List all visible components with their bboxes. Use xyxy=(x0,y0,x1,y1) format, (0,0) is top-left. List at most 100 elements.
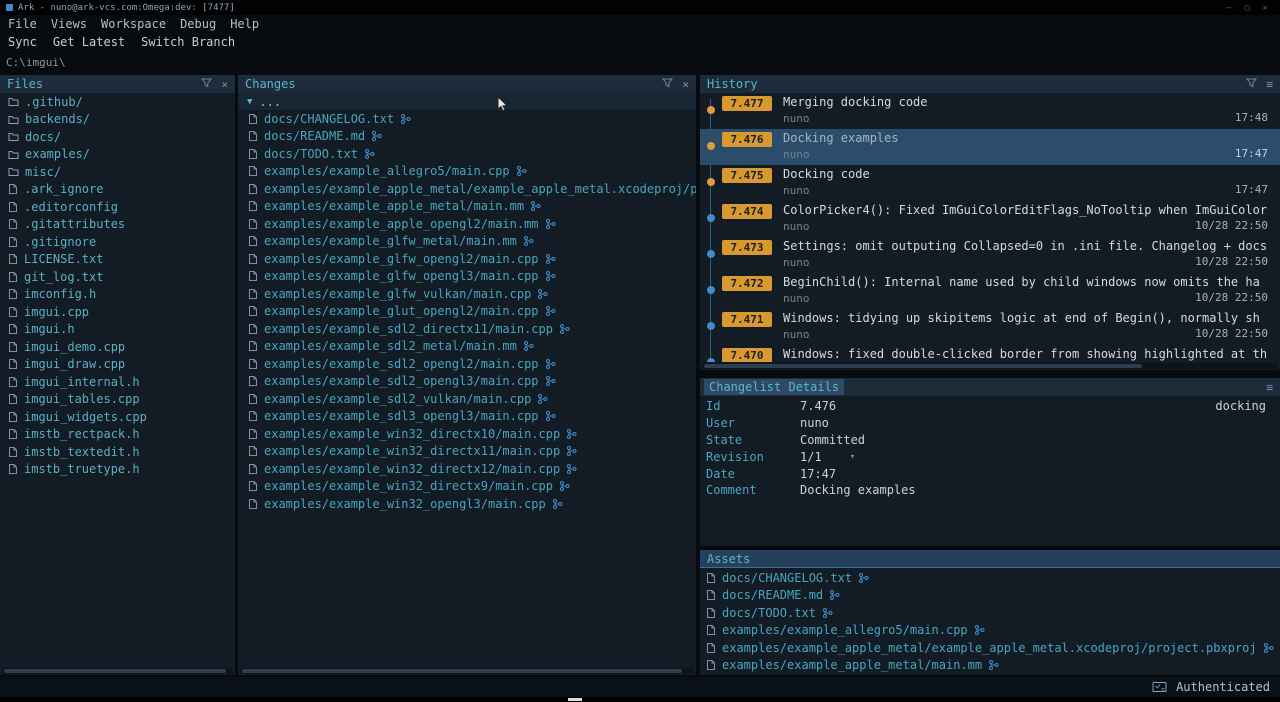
file-tree-file-row[interactable]: .gitignore xyxy=(0,233,235,251)
changes-hscrollbar[interactable] xyxy=(240,668,694,674)
file-tree-file-row[interactable]: imgui.h xyxy=(0,321,235,339)
files-hscrollbar[interactable] xyxy=(2,668,233,674)
branch-label: docking xyxy=(1215,399,1266,413)
branch-icon xyxy=(523,235,534,247)
history-row[interactable]: 7.472BeginChild(): Internal name used by… xyxy=(700,273,1280,309)
detail-value: Committed xyxy=(800,433,865,447)
file-tree-file-row[interactable]: imgui_tables.cpp xyxy=(0,391,235,409)
expander-icon[interactable]: ▼ xyxy=(247,97,252,107)
menu-workspace[interactable]: Workspace xyxy=(101,17,166,31)
history-row[interactable]: 7.476Docking examplesnuno17:47 xyxy=(700,129,1280,165)
revision-dropdown[interactable]: ▾ xyxy=(850,452,855,462)
change-row[interactable]: examples/example_sdl2_metal/main.mm xyxy=(238,338,696,356)
menu-icon[interactable]: ≡ xyxy=(1266,79,1273,90)
asset-row[interactable]: examples/example_apple_metal/main.mm xyxy=(700,657,1280,675)
asset-row[interactable]: examples/example_allegro5/main.cpp xyxy=(700,622,1280,640)
change-row[interactable]: examples/example_sdl3_opengl3/main.cpp xyxy=(238,408,696,426)
menu-views[interactable]: Views xyxy=(51,17,87,31)
file-tree-file-row[interactable]: LICENSE.txt xyxy=(0,251,235,269)
changed-file-name: examples/example_win32_directx9/main.cpp xyxy=(264,479,553,493)
current-path: C:\imgui\ xyxy=(6,56,66,69)
file-tree-file-row[interactable]: imgui_internal.h xyxy=(0,373,235,391)
file-tree-file-row[interactable]: imgui.cpp xyxy=(0,303,235,321)
change-row[interactable]: examples/example_win32_directx10/main.cp… xyxy=(238,425,696,443)
history-row[interactable]: 7.473Settings: omit outputing Collapsed=… xyxy=(700,237,1280,273)
detail-label: Revision xyxy=(706,450,800,464)
asset-row[interactable]: examples/example_apple_metal/example_app… xyxy=(700,639,1280,657)
detail-row-comment: CommentDocking examples xyxy=(700,482,1280,499)
filter-icon[interactable] xyxy=(662,78,673,90)
change-row[interactable]: examples/example_glfw_vulkan/main.cpp xyxy=(238,285,696,303)
change-row[interactable]: examples/example_glfw_opengl3/main.cpp xyxy=(238,268,696,286)
branch-icon xyxy=(566,463,577,475)
file-tree-file-row[interactable]: imstb_textedit.h xyxy=(0,443,235,461)
change-row[interactable]: examples/example_sdl2_opengl3/main.cpp xyxy=(238,373,696,391)
file-tree-folder-row[interactable]: docs/ xyxy=(0,128,235,146)
asset-row[interactable]: docs/README.md xyxy=(700,587,1280,605)
change-row[interactable]: examples/example_apple_metal/example_app… xyxy=(238,180,696,198)
close-icon[interactable]: × xyxy=(682,79,689,90)
change-row[interactable]: examples/example_apple_metal/main.mm xyxy=(238,198,696,216)
toolbar-get-latest-button[interactable]: Get Latest xyxy=(53,35,125,49)
close-button[interactable]: ✕ xyxy=(1256,3,1274,12)
file-tree-file-row[interactable]: imconfig.h xyxy=(0,286,235,304)
file-tree-folder-row[interactable]: examples/ xyxy=(0,146,235,164)
file-tree-folder-row[interactable]: misc/ xyxy=(0,163,235,181)
change-row[interactable]: examples/example_win32_directx11/main.cp… xyxy=(238,443,696,461)
file-tree-file-row[interactable]: .editorconfig xyxy=(0,198,235,216)
file-name: git_log.txt xyxy=(24,270,103,284)
change-row[interactable]: docs/CHANGELOG.txt xyxy=(238,110,696,128)
change-row[interactable]: docs/README.md xyxy=(238,128,696,146)
file-tree-file-row[interactable]: imgui_widgets.cpp xyxy=(0,408,235,426)
asset-file-name: docs/TODO.txt xyxy=(722,606,816,620)
history-row[interactable]: 7.477Merging docking codenuno17:48 xyxy=(700,93,1280,129)
changed-file-name: docs/CHANGELOG.txt xyxy=(264,112,394,126)
history-row[interactable]: 7.475Docking codenuno17:47 xyxy=(700,165,1280,201)
file-tree-file-row[interactable]: imgui_draw.cpp xyxy=(0,356,235,374)
file-tree-file-row[interactable]: .gitattributes xyxy=(0,216,235,234)
history-row[interactable]: 7.474ColorPicker4(): Fixed ImGuiColorEdi… xyxy=(700,201,1280,237)
filter-icon[interactable] xyxy=(1246,78,1257,90)
file-icon xyxy=(8,446,18,458)
toolbar-sync-button[interactable]: Sync xyxy=(8,35,37,49)
menu-icon[interactable]: ≡ xyxy=(1266,382,1273,393)
filter-icon[interactable] xyxy=(201,78,212,90)
change-row[interactable]: examples/example_sdl2_vulkan/main.cpp xyxy=(238,390,696,408)
menu-file[interactable]: File xyxy=(8,17,37,31)
file-tree-file-row[interactable]: git_log.txt xyxy=(0,268,235,286)
branch-icon xyxy=(988,659,999,671)
change-row[interactable]: examples/example_apple_opengl2/main.mm xyxy=(238,215,696,233)
file-tree-folder-row[interactable]: backends/ xyxy=(0,111,235,129)
file-tree-file-row[interactable]: .ark_ignore xyxy=(0,181,235,199)
commit-dot-icon xyxy=(707,286,715,294)
menu-debug[interactable]: Debug xyxy=(180,17,216,31)
details-panel-title: Changelist Details xyxy=(704,379,844,395)
change-row[interactable]: examples/example_sdl2_directx11/main.cpp xyxy=(238,320,696,338)
file-tree-folder-row[interactable]: .github/ xyxy=(0,93,235,111)
asset-row[interactable]: docs/CHANGELOG.txt xyxy=(700,569,1280,587)
toolbar-switch-branch-button[interactable]: Switch Branch xyxy=(141,35,235,49)
files-panel-title: Files xyxy=(7,77,43,91)
branch-icon xyxy=(559,480,570,492)
history-row[interactable]: 7.470Windows: fixed double-clicked borde… xyxy=(700,345,1280,362)
change-row[interactable]: examples/example_win32_opengl3/main.cpp xyxy=(238,495,696,513)
history-row[interactable]: 7.471Windows: tidying up skipitems logic… xyxy=(700,309,1280,345)
close-icon[interactable]: × xyxy=(221,79,228,90)
history-hscrollbar[interactable] xyxy=(702,363,1278,369)
file-tree-file-row[interactable]: imgui_demo.cpp xyxy=(0,338,235,356)
change-row[interactable]: examples/example_win32_directx9/main.cpp xyxy=(238,478,696,496)
minimize-button[interactable]: — xyxy=(1220,3,1238,12)
change-row[interactable]: examples/example_win32_directx12/main.cp… xyxy=(238,460,696,478)
change-row[interactable]: examples/example_allegro5/main.cpp xyxy=(238,163,696,181)
file-tree-file-row[interactable]: imstb_rectpack.h xyxy=(0,426,235,444)
change-row[interactable]: examples/example_sdl2_opengl2/main.cpp xyxy=(238,355,696,373)
file-tree-file-row[interactable]: imstb_truetype.h xyxy=(0,461,235,479)
menu-help[interactable]: Help xyxy=(230,17,259,31)
change-row[interactable]: examples/example_glfw_opengl2/main.cpp xyxy=(238,250,696,268)
change-row[interactable]: examples/example_glut_opengl2/main.cpp xyxy=(238,303,696,321)
changes-root-row[interactable]: ▼ ... xyxy=(238,93,696,110)
change-row[interactable]: examples/example_glfw_metal/main.mm xyxy=(238,233,696,251)
asset-row[interactable]: docs/TODO.txt xyxy=(700,604,1280,622)
maximize-button[interactable]: ▢ xyxy=(1238,3,1256,12)
change-row[interactable]: docs/TODO.txt xyxy=(238,145,696,163)
